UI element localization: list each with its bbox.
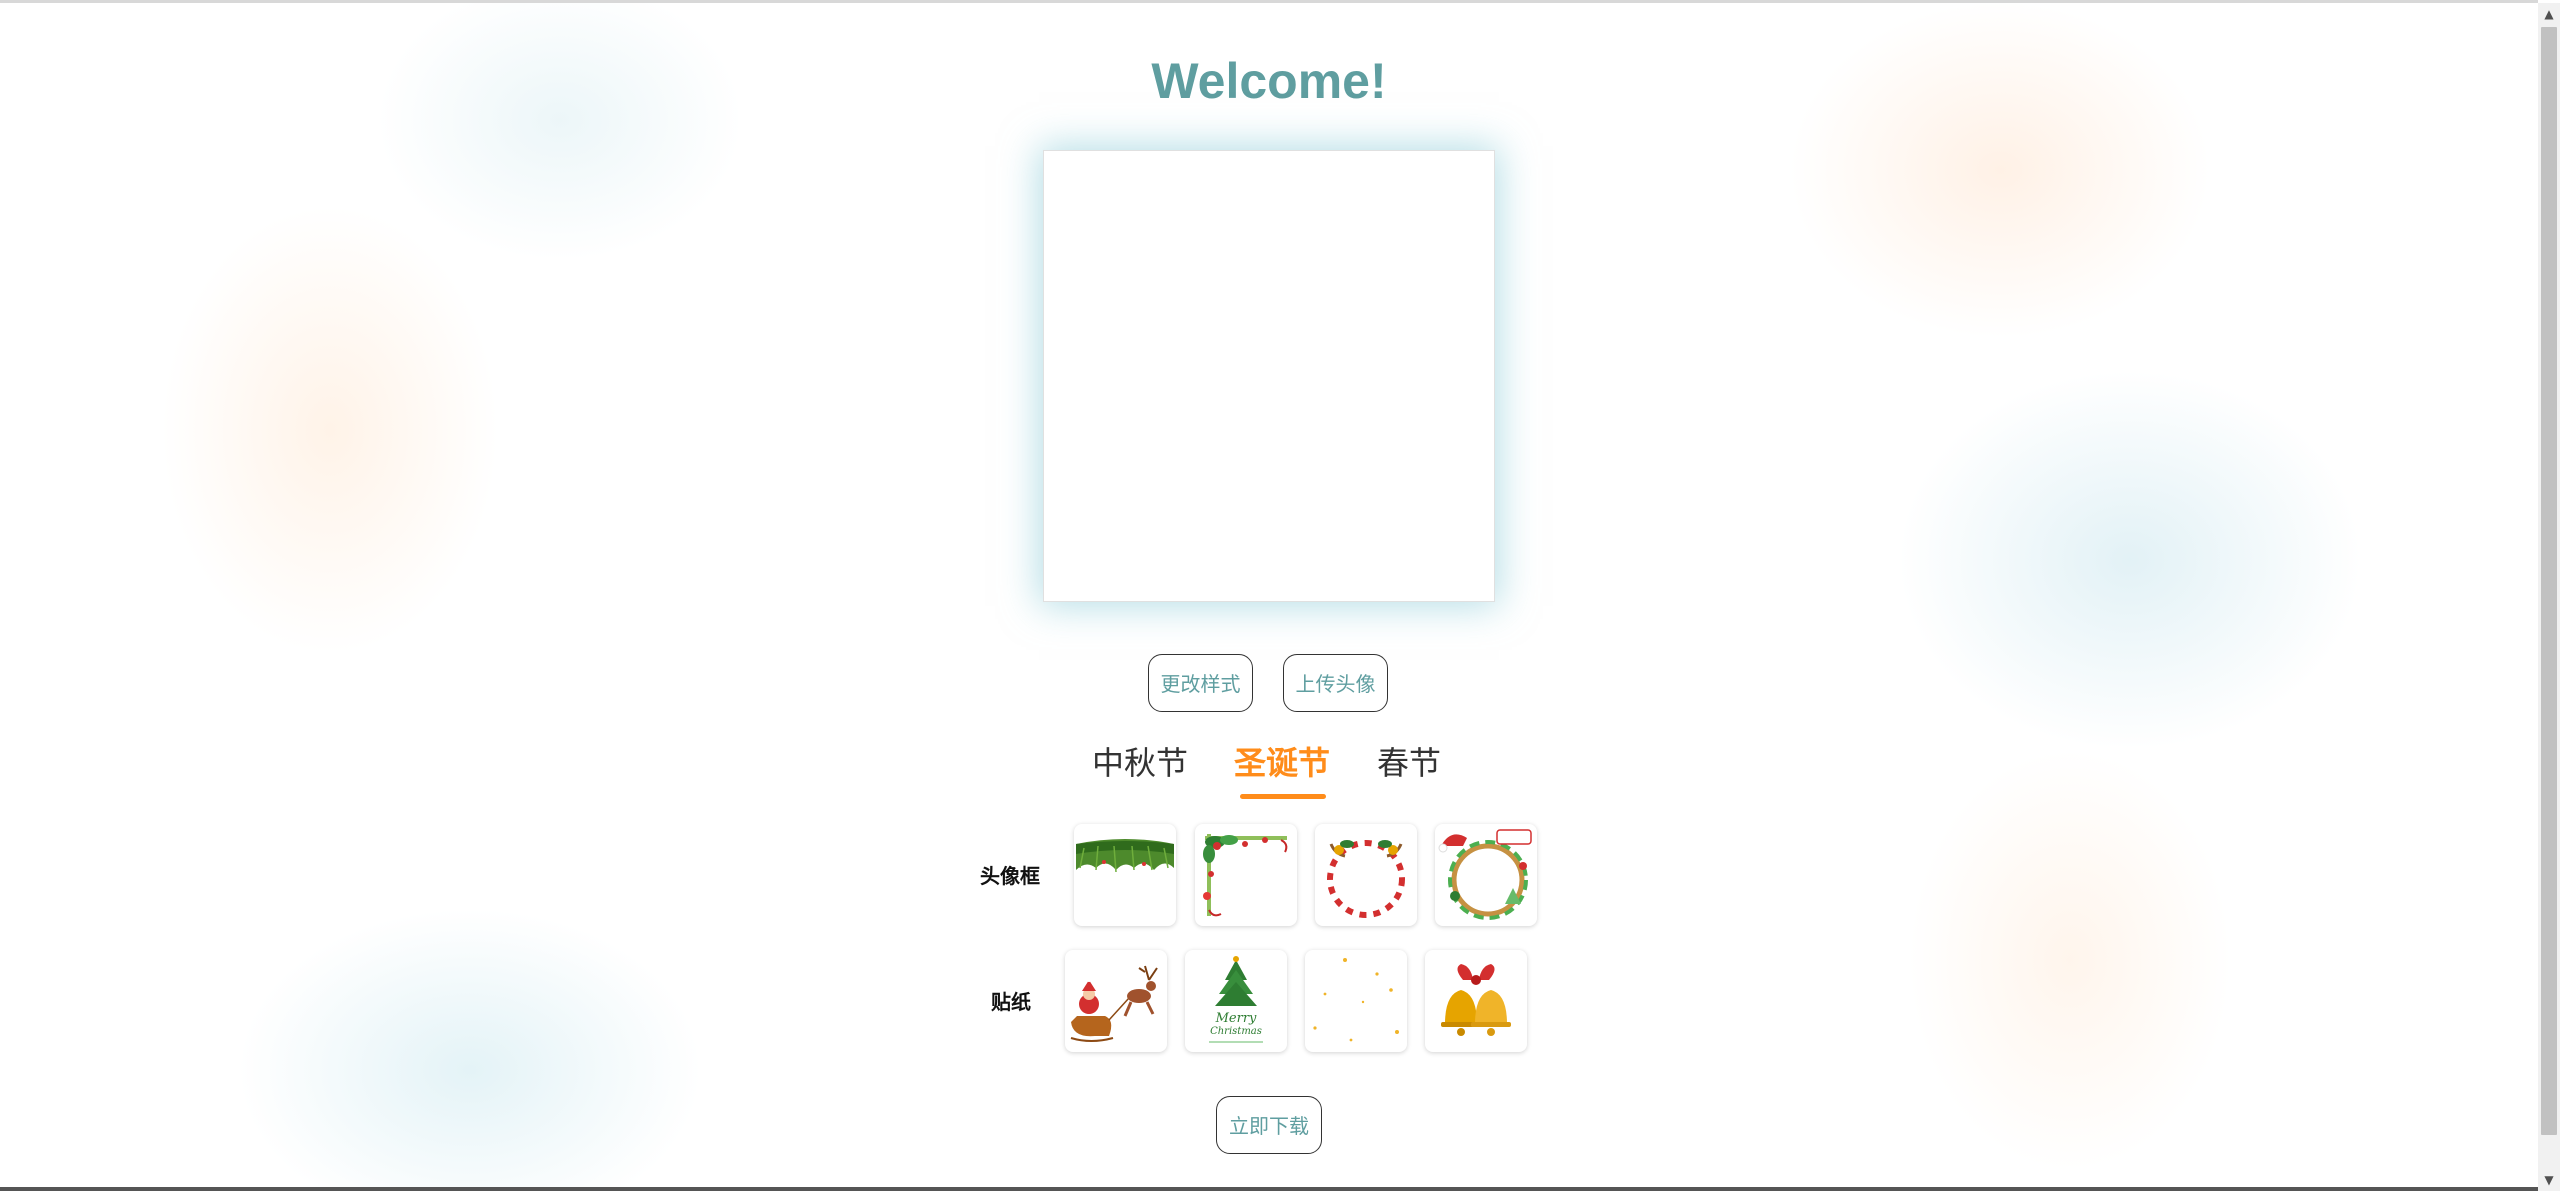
pine-garland-frame-icon <box>1076 839 1174 873</box>
holly-corner-frame-icon <box>1203 834 1288 917</box>
frame-option-2[interactable] <box>1195 824 1297 926</box>
page-viewport: Welcome! 更改样式 上传头像 中秋节 圣诞节 春节 头像框 贴纸 Mer… <box>0 0 2560 1191</box>
page-title: Welcome! <box>1151 53 1387 109</box>
sticker-option-2[interactable]: Merry Christmas <box>1185 950 1287 1052</box>
download-button[interactable]: 立即下载 <box>1216 1096 1322 1154</box>
top-border <box>0 0 2538 3</box>
avatar-preview-canvas[interactable] <box>1043 150 1495 602</box>
frame-option-1[interactable] <box>1074 824 1176 926</box>
christmas-tree-icon: Merry Christmas <box>1209 956 1263 1043</box>
svg-text:Merry: Merry <box>1215 1011 1257 1026</box>
sticker-option-1[interactable] <box>1065 950 1167 1052</box>
stickers-row-label: 贴纸 <box>991 990 1031 1014</box>
santa-wreath-frame-icon <box>1438 829 1532 920</box>
scroll-up-arrow-icon[interactable]: ▲ <box>2538 3 2560 25</box>
tab-spring-festival[interactable]: 春节 <box>1376 740 1442 786</box>
scroll-down-arrow-icon[interactable]: ▼ <box>2538 1169 2560 1191</box>
bottom-border <box>0 1187 2538 1191</box>
frame-option-4[interactable] <box>1435 824 1537 926</box>
sticker-option-4[interactable] <box>1425 950 1527 1052</box>
scrollbar-thumb[interactable] <box>2541 27 2557 1135</box>
svg-text:Christmas: Christmas <box>1210 1026 1262 1037</box>
vertical-scrollbar[interactable]: ▲ ▼ <box>2538 3 2560 1191</box>
change-style-button[interactable]: 更改样式 <box>1148 654 1253 712</box>
active-tab-indicator <box>1240 794 1326 799</box>
upload-avatar-button[interactable]: 上传头像 <box>1283 654 1388 712</box>
gold-sparkles-icon <box>1313 958 1399 1042</box>
christmas-bells-icon <box>1441 964 1511 1036</box>
tab-mid-autumn[interactable]: 中秋节 <box>1092 740 1188 786</box>
candy-cane-ring-frame-icon <box>1327 840 1405 918</box>
frames-row-label: 头像框 <box>980 864 1040 888</box>
frame-option-3[interactable] <box>1315 824 1417 926</box>
santa-sleigh-reindeer-icon <box>1070 965 1158 1042</box>
sticker-option-3[interactable] <box>1305 950 1407 1052</box>
tab-christmas[interactable]: 圣诞节 <box>1234 740 1330 786</box>
